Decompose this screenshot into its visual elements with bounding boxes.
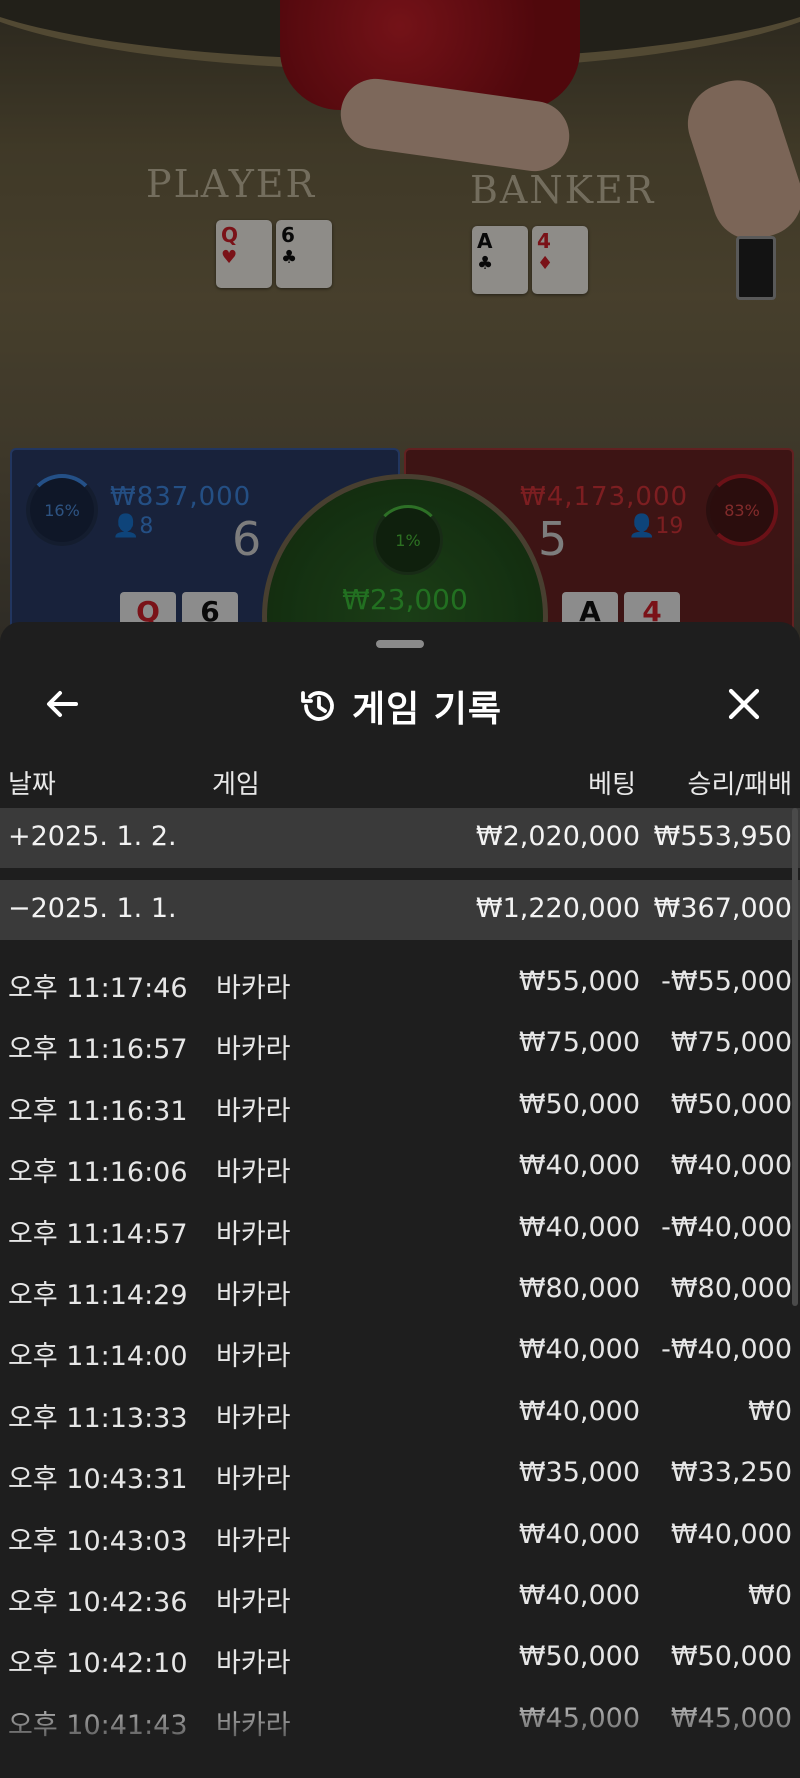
history-row[interactable]: 오후 11:14:00 바카라 ₩40,000 -₩40,000	[0, 1320, 800, 1381]
sheet-header: 게임 기록	[0, 658, 800, 752]
row-bet: ₩35,000	[518, 1457, 640, 1489]
row-game: 바카라	[216, 1279, 291, 1311]
row-game: 바카라	[216, 973, 291, 1004]
history-row[interactable]: 오후 11:14:29 바카라 ₩80,000 ₩80,000	[0, 1259, 800, 1320]
row-time: 오후 11:13:33	[8, 1402, 188, 1434]
row-game: 바카라	[216, 1218, 291, 1250]
column-header-bet: 베팅	[588, 770, 636, 800]
row-game: 바카라	[216, 1648, 291, 1680]
history-row[interactable]: 오후 11:17:46 바카라 ₩55,000 -₩55,000	[0, 952, 800, 1013]
row-time: 오후 10:42:10	[8, 1648, 188, 1680]
row-game: 바카라	[216, 1709, 291, 1741]
backdrop-dim[interactable]	[0, 0, 800, 660]
sheet-title-group: 게임 기록	[0, 680, 800, 732]
history-row[interactable]: 오후 10:42:10 바카라 ₩50,000 ₩50,000	[0, 1627, 800, 1688]
list-scrollbar[interactable]	[792, 808, 798, 1306]
history-row[interactable]: 오후 11:16:31 바카라 ₩50,000 ₩50,000	[0, 1075, 800, 1136]
row-result: ₩33,250	[670, 1457, 792, 1489]
column-header-date: 날짜	[8, 770, 56, 800]
row-bet: ₩80,000	[518, 1272, 640, 1304]
day-label: +2025. 1. 2.	[8, 821, 177, 852]
row-result: -₩40,000	[661, 1211, 792, 1243]
row-time: 오후 11:17:46	[8, 973, 188, 1004]
row-game: 바카라	[216, 1034, 291, 1066]
close-button[interactable]	[718, 678, 770, 730]
row-result: ₩0	[748, 1395, 792, 1427]
row-bet: ₩50,000	[518, 1641, 640, 1673]
row-time: 오후 10:41:43	[8, 1709, 188, 1741]
row-game: 바카라	[216, 1095, 291, 1127]
row-result: ₩0	[748, 1579, 792, 1611]
history-list[interactable]: +2025. 1. 2. ₩2,020,000 ₩553,950 −2025. …	[0, 808, 800, 1750]
game-history-sheet: 게임 기록 날짜 게임 베팅 승리/패배 +2025. 1. 2. ₩2,020…	[0, 622, 800, 1778]
row-bet: ₩40,000	[518, 1579, 640, 1611]
sheet-drag-handle[interactable]	[376, 640, 424, 648]
row-game: 바카라	[216, 1525, 291, 1557]
row-time: 오후 10:43:31	[8, 1464, 188, 1496]
row-time: 오후 11:14:57	[8, 1218, 188, 1250]
row-result: ₩50,000	[670, 1088, 792, 1120]
day-bet-total: ₩2,020,000	[475, 821, 640, 852]
history-row[interactable]: 오후 11:16:57 바카라 ₩75,000 ₩75,000	[0, 1013, 800, 1074]
history-row[interactable]: 오후 10:43:03 바카라 ₩40,000 ₩40,000	[0, 1505, 800, 1566]
row-bet: ₩40,000	[518, 1518, 640, 1550]
history-row[interactable]: 오후 11:14:57 바카라 ₩40,000 -₩40,000	[0, 1198, 800, 1259]
column-header-row: 날짜 게임 베팅 승리/패배	[0, 758, 800, 808]
history-row[interactable]: 오후 10:41:43 바카라 ₩45,000 ₩45,000	[0, 1689, 800, 1750]
day-label: −2025. 1. 1.	[8, 893, 177, 924]
row-bet: ₩40,000	[518, 1395, 640, 1427]
row-result: -₩40,000	[661, 1334, 792, 1366]
row-time: 오후 11:14:29	[8, 1279, 188, 1311]
row-result: ₩50,000	[670, 1641, 792, 1673]
history-icon	[301, 691, 334, 721]
live-table-video: PLAYER BANKER Q ♥ 6 ♣ A ♣ 4 ♦ 16% ₩837,000 👤…	[0, 0, 800, 660]
row-bet: ₩50,000	[518, 1088, 640, 1120]
history-row[interactable]: 오후 10:43:31 바카라 ₩35,000 ₩33,250	[0, 1443, 800, 1504]
row-time: 오후 11:16:06	[8, 1157, 188, 1189]
row-result: ₩40,000	[670, 1150, 792, 1182]
day-result-total: ₩367,000	[653, 893, 792, 924]
row-result: ₩45,000	[670, 1702, 792, 1734]
history-row[interactable]: 오후 10:42:36 바카라 ₩40,000 ₩0	[0, 1566, 800, 1627]
day-summary-row[interactable]: −2025. 1. 1. ₩1,220,000 ₩367,000	[0, 880, 800, 940]
row-game: 바카라	[216, 1586, 291, 1618]
column-header-game: 게임	[212, 770, 260, 800]
row-bet: ₩45,000	[518, 1702, 640, 1734]
row-bet: ₩40,000	[518, 1334, 640, 1366]
row-game: 바카라	[216, 1157, 291, 1189]
row-time: 오후 11:16:57	[8, 1034, 188, 1066]
column-header-result: 승리/패배	[687, 770, 792, 800]
row-result: ₩80,000	[670, 1272, 792, 1304]
row-game: 바카라	[216, 1402, 291, 1434]
row-result: ₩75,000	[670, 1027, 792, 1059]
row-game: 바카라	[216, 1464, 291, 1496]
row-result: -₩55,000	[661, 966, 792, 997]
row-game: 바카라	[216, 1341, 291, 1373]
day-summary-row[interactable]: +2025. 1. 2. ₩2,020,000 ₩553,950	[0, 808, 800, 868]
row-bet: ₩55,000	[518, 966, 640, 997]
history-row[interactable]: 오후 11:13:33 바카라 ₩40,000 ₩0	[0, 1382, 800, 1443]
row-time: 오후 11:14:00	[8, 1341, 188, 1373]
row-result: ₩40,000	[670, 1518, 792, 1550]
row-bet: ₩40,000	[518, 1211, 640, 1243]
row-time: 오후 10:43:03	[8, 1525, 188, 1557]
day-bet-total: ₩1,220,000	[475, 893, 640, 924]
history-row[interactable]: 오후 11:16:06 바카라 ₩40,000 ₩40,000	[0, 1136, 800, 1197]
day-result-total: ₩553,950	[653, 821, 792, 852]
row-time: 오후 11:16:31	[8, 1095, 188, 1127]
row-bet: ₩75,000	[518, 1027, 640, 1059]
row-bet: ₩40,000	[518, 1150, 640, 1182]
row-time: 오후 10:42:36	[8, 1586, 188, 1618]
sheet-title: 게임 기록	[351, 689, 502, 730]
close-icon	[728, 688, 760, 720]
